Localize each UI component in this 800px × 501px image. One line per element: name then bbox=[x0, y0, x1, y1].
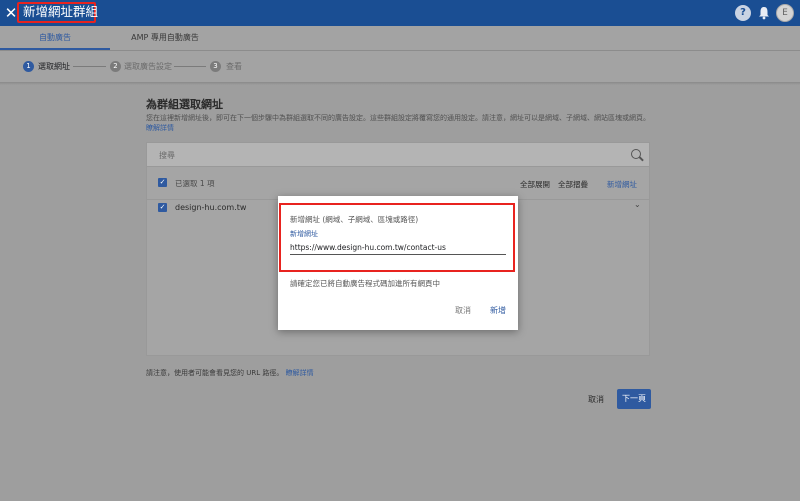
search-bar[interactable]: 搜尋 bbox=[147, 143, 649, 167]
url-path-note: 請注意，使用者可能會看見您的 URL 路徑。 瞭解詳情 bbox=[146, 368, 314, 378]
step-connector bbox=[174, 66, 206, 67]
url-field[interactable] bbox=[290, 240, 506, 255]
section-description: 您在這裡新增網址後，即可在下一個步驟中為群組選取不同的廣告設定。這些群組設定將覆… bbox=[146, 113, 650, 133]
url-field-label: 新增網址 bbox=[290, 230, 318, 238]
step-3-number: 3 bbox=[210, 61, 221, 72]
learn-more-link[interactable]: 瞭解詳情 bbox=[146, 124, 174, 132]
page-title: 新增網址群組 bbox=[23, 4, 99, 19]
description-text: 您在這裡新增網址後，即可在下一個步驟中為群組選取不同的廣告設定。這些群組設定將覆… bbox=[146, 114, 650, 122]
chevron-down-icon[interactable]: ⌄ bbox=[634, 200, 641, 209]
search-icon[interactable] bbox=[631, 149, 641, 159]
dialog-cancel-button[interactable]: 取消 bbox=[455, 305, 471, 316]
cancel-button[interactable]: 取消 bbox=[588, 394, 604, 405]
step-1-label: 選取網址 bbox=[38, 62, 70, 71]
step-2-number: 2 bbox=[110, 61, 121, 72]
dialog-add-button[interactable]: 新增 bbox=[490, 305, 506, 316]
add-url-button[interactable]: 新增網址 bbox=[607, 179, 637, 190]
note-text: 請注意，使用者可能會看見您的 URL 路徑。 bbox=[146, 369, 284, 377]
step-3-label: 查看 bbox=[226, 62, 242, 71]
dialog-label: 新增網址 (網域、子網域、區塊或路徑) bbox=[290, 215, 419, 224]
step-connector bbox=[73, 66, 106, 67]
section-heading: 為群組選取網址 bbox=[146, 98, 223, 111]
select-all-checkbox[interactable]: ✓ bbox=[158, 178, 167, 187]
tab-bar: 自動廣告 AMP 專用自動廣告 bbox=[0, 26, 800, 50]
step-2-label: 選取廣告設定 bbox=[124, 62, 172, 71]
stepper-shadow bbox=[0, 82, 800, 85]
help-icon[interactable]: ? bbox=[735, 5, 751, 21]
dialog-hint: 請確定您已將自動廣告程式碼加進所有網頁中 bbox=[290, 279, 440, 288]
selected-count: 已選取 1 項 bbox=[175, 179, 215, 188]
url-item-checkbox[interactable]: ✓ bbox=[158, 203, 167, 212]
app-header: ✕ 新增網址群組 ? E bbox=[0, 0, 800, 26]
avatar[interactable]: E bbox=[776, 4, 794, 22]
expand-all-button[interactable]: 全部展開 bbox=[520, 179, 550, 190]
list-item[interactable]: design-hu.com.tw bbox=[175, 203, 246, 212]
collapse-all-button[interactable]: 全部摺疊 bbox=[558, 179, 588, 190]
bell-icon[interactable] bbox=[756, 5, 772, 21]
tab-auto-ads[interactable]: 自動廣告 bbox=[0, 26, 110, 50]
stepper: 1 選取網址 2 選取廣告設定 3 查看 bbox=[0, 51, 800, 82]
step-1-number: 1 bbox=[23, 61, 34, 72]
tab-amp-auto-ads[interactable]: AMP 專用自動廣告 bbox=[110, 26, 220, 50]
search-input[interactable]: 搜尋 bbox=[159, 150, 175, 161]
next-button[interactable]: 下一頁 bbox=[617, 389, 651, 409]
note-learn-more-link[interactable]: 瞭解詳情 bbox=[286, 369, 314, 377]
